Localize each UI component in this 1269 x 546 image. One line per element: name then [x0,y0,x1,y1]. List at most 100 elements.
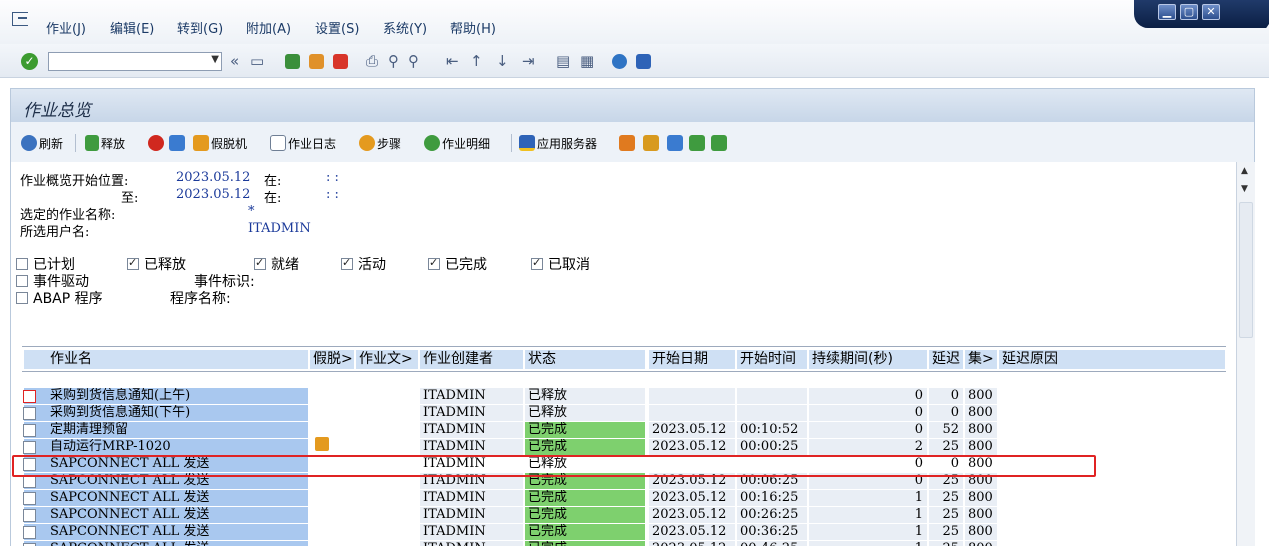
spool-list-icon[interactable] [315,437,329,451]
app-server-button[interactable]: 应用服务器 [519,134,597,152]
filter-ready[interactable]: 就绪 [254,254,299,274]
table-row[interactable]: SAPCONNECT ALL 发送ITADMIN已完成2023.05.1200:… [22,473,1226,490]
grid-button[interactable] [643,134,661,152]
last-page-icon[interactable]: ⇥ [522,52,535,70]
exit-nav-icon[interactable] [309,54,324,69]
first-page-icon[interactable]: ⇤ [446,52,459,70]
row-select-checkbox[interactable] [23,441,36,454]
vertical-scrollbar[interactable]: ▲ ▼ [1236,162,1255,546]
separator [75,134,76,152]
close-icon[interactable]: ✕ [1202,4,1220,20]
stop-button[interactable] [148,134,166,152]
table-row[interactable]: SAPCONNECT ALL 发送ITADMIN已完成2023.05.1200:… [22,541,1226,546]
row-select-checkbox[interactable] [23,509,36,522]
scroll-down-icon[interactable]: ▼ [1241,184,1248,194]
row-select-checkbox[interactable] [23,526,36,539]
filter-cancelled[interactable]: 已取消 [531,254,590,274]
col-start-time[interactable]: 开始时间 [737,350,807,369]
enter-check-icon[interactable]: ✓ [21,53,38,70]
menu-goto[interactable]: 转到(G) [177,18,223,37]
checkbox[interactable] [341,256,353,270]
menu-extras[interactable]: 附加(A) [246,18,291,37]
menu-help[interactable]: 帮助(H) [450,18,496,37]
job-details-button[interactable]: 作业明细 [424,134,490,152]
menu-edit[interactable]: 编辑(E) [110,18,154,37]
checkbox[interactable] [531,256,543,270]
col-client[interactable]: 集> [965,350,997,369]
find-icon[interactable]: ⚲ [388,52,399,70]
cell-reason [999,422,1225,438]
layout-menu-icon[interactable] [636,54,651,69]
select-layout-button[interactable] [619,134,637,152]
row-select-checkbox[interactable] [23,407,36,420]
col-spool[interactable]: 假脱> [310,350,354,369]
scroll-thumb[interactable] [1239,202,1253,338]
row-select-checkbox[interactable] [23,458,36,471]
filter-released[interactable]: 已释放 [127,254,186,274]
checkbox[interactable] [16,292,28,304]
sort-desc-button[interactable] [711,134,729,152]
row-select-checkbox[interactable] [23,492,36,505]
command-field[interactable]: ▼ [48,52,222,71]
row-select-checkbox[interactable] [23,475,36,488]
checkbox[interactable] [428,256,440,270]
spool-button[interactable]: 假脱机 [193,134,247,152]
menu-job[interactable]: 作业(J) [46,18,86,37]
table-row[interactable]: 定期清理预留 ITADMIN 已完成 2023.05.12 00:10:52 0 52 800 [22,422,1226,439]
filter-active[interactable]: 活动 [341,254,386,274]
row-select-checkbox[interactable] [23,390,36,403]
col-job-doc[interactable]: 作业文> [356,350,418,369]
save-icon[interactable]: ▭ [250,52,264,70]
menu-settings[interactable]: 设置(S) [315,18,359,37]
scroll-up-icon[interactable]: ▲ [1241,166,1248,176]
col-duration[interactable]: 持续期间(秒) [809,350,927,369]
abap-program-option[interactable]: ABAP 程序 [16,288,103,308]
table-row[interactable]: SAPCONNECT ALL 发送ITADMIN已完成2023.05.1200:… [22,490,1226,507]
checkbox[interactable] [127,256,139,270]
collapse-chevron-icon[interactable]: « [230,52,239,70]
back-icon[interactable] [285,54,300,69]
checkbox[interactable] [16,275,28,287]
cell-date: 2023.05.12 [649,473,735,489]
job-log-button[interactable]: 作业日志 [270,134,336,152]
find-next-icon[interactable]: ⚲ [408,52,419,70]
filter-button[interactable] [667,134,685,152]
cell-doc [356,456,418,472]
table-row[interactable]: 自动运行MRP-1020 ITADMIN 已完成 2023.05.12 00:00:25… [22,439,1226,456]
col-delay-reason[interactable]: 延迟原因 [999,350,1225,369]
row-select-checkbox[interactable] [23,424,36,437]
sort-asc-button[interactable] [689,134,707,152]
exit-icon[interactable] [12,12,28,26]
minimize-icon[interactable]: ▁ [1158,4,1176,20]
refresh-button[interactable]: 刷新 [21,134,63,152]
col-creator[interactable]: 作业创建者 [420,350,523,369]
menu-system[interactable]: 系统(Y) [383,18,427,37]
next-page-icon[interactable]: ↓ [496,52,509,70]
table-row[interactable]: SAPCONNECT ALL 发送ITADMIN已完成2023.05.1200:… [22,524,1226,541]
col-start-date[interactable]: 开始日期 [649,350,735,369]
cell-client: 800 [965,456,997,472]
table-row[interactable]: 采购到货信息通知(下午) ITADMIN 已释放 0 0 800 [22,405,1226,422]
checkbox[interactable] [254,256,266,270]
release-button[interactable]: 释放 [85,134,125,152]
table-row[interactable]: 采购到货信息通知(上午) ITADMIN 已释放 0 0 800 [22,388,1226,405]
delete-button[interactable] [169,134,187,152]
print-icon[interactable]: ⎙ [366,52,378,70]
cancel-icon[interactable] [333,54,348,69]
col-delay[interactable]: 延迟 [929,350,963,369]
previous-page-icon[interactable]: ↑ [470,52,483,70]
help-icon[interactable] [612,54,627,69]
checkbox[interactable] [16,258,28,270]
new-session-icon[interactable]: ▤ [556,52,570,70]
cell-status: 已完成 [525,490,645,506]
table-row[interactable]: SAPCONNECT ALL 发送 ITADMIN 已释放 0 0 800 [22,456,1226,473]
dropdown-arrow-icon[interactable]: ▼ [211,54,219,65]
col-job-name[interactable]: 作业名 [24,350,308,369]
cell-delay: 25 [929,473,963,489]
col-status[interactable]: 状态 [525,350,645,369]
shortcut-icon[interactable]: ▦ [580,52,594,70]
maximize-icon[interactable]: ▢ [1180,4,1198,20]
steps-button[interactable]: 步骤 [359,134,401,152]
filter-finished[interactable]: 已完成 [428,254,487,274]
table-row[interactable]: SAPCONNECT ALL 发送ITADMIN已完成2023.05.1200:… [22,507,1226,524]
